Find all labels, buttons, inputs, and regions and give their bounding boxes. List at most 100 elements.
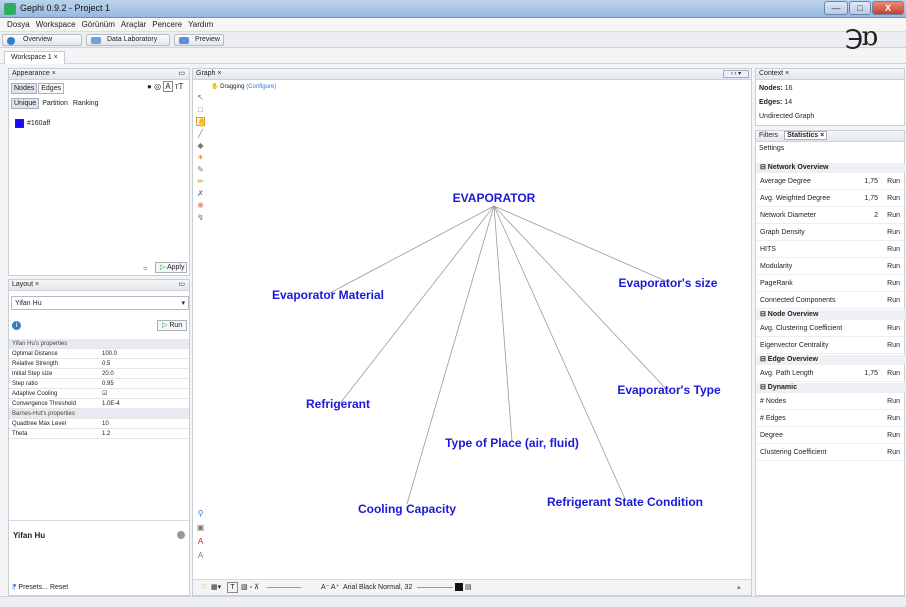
- graph-edge[interactable]: [493, 205, 513, 442]
- statistics-section[interactable]: ⊟ Node Overview: [756, 310, 906, 320]
- settings-link[interactable]: Settings: [759, 145, 784, 152]
- preview-button[interactable]: Preview: [174, 34, 224, 46]
- node-label-size[interactable]: Evaporator's size: [619, 276, 718, 290]
- statistics-section[interactable]: ⊟ Network Overview: [756, 163, 906, 173]
- run-button[interactable]: Run: [887, 242, 900, 258]
- run-button[interactable]: Run: [887, 276, 900, 292]
- perspective-bar: Overview Data Laboratory Preview: [0, 32, 906, 48]
- tab-nodes[interactable]: Nodes: [11, 83, 38, 94]
- info-icon[interactable]: i: [12, 321, 21, 330]
- play-icon: ▷: [160, 264, 166, 271]
- run-button[interactable]: Run: [887, 411, 900, 427]
- run-button[interactable]: Run: [887, 174, 900, 190]
- label-size-slider[interactable]: [417, 587, 453, 588]
- graph-canvas[interactable]: EVAPORATOR Evaporator Material Evaporator'…: [193, 69, 751, 579]
- tab-edges[interactable]: Edges: [38, 83, 65, 94]
- statistic-value: 1,75: [864, 195, 878, 202]
- help-icon[interactable]: [177, 531, 185, 539]
- menu-araclar[interactable]: Araçlar: [118, 18, 149, 29]
- light-bulb-icon[interactable]: ♡: [201, 580, 207, 595]
- run-button[interactable]: Run: [887, 208, 900, 224]
- statistic-label: Avg. Path Length: [760, 370, 814, 377]
- node-label-type[interactable]: Evaporator's Type: [617, 383, 721, 397]
- statistic-row: Avg. Weighted Degree 1,75 Run: [756, 191, 906, 207]
- presets-button[interactable]: Presets...: [18, 584, 48, 591]
- node-label-material[interactable]: Evaporator Material: [272, 288, 384, 302]
- node-label-refrigerant[interactable]: Refrigerant: [306, 397, 370, 411]
- layout-algorithm-select[interactable]: Yifan Hu ▾: [11, 296, 189, 310]
- tab-filters[interactable]: Filters: [759, 132, 778, 139]
- label-options-icon[interactable]: ▧ ▫ ⊼: [241, 580, 259, 595]
- maximize-button[interactable]: □: [849, 1, 871, 15]
- size-icon[interactable]: ◎: [154, 82, 161, 91]
- node-label-cooling[interactable]: Cooling Capacity: [358, 502, 456, 516]
- overview-button[interactable]: Overview: [2, 34, 82, 46]
- property-row[interactable]: Step ratio 0.95: [9, 379, 189, 389]
- statistics-section[interactable]: ⊟ Dynamic: [756, 383, 906, 393]
- tab-statistics[interactable]: Statistics ×: [784, 131, 828, 140]
- color-palette-icon[interactable]: ●: [147, 82, 152, 91]
- adaptive-cooling-checkbox[interactable]: ☑: [102, 389, 107, 399]
- close-button[interactable]: X: [872, 1, 904, 15]
- show-labels-icon[interactable]: T: [227, 582, 238, 593]
- statistic-row: Network Diameter 2 Run: [756, 208, 906, 224]
- run-button[interactable]: Run: [887, 428, 900, 444]
- menu-dosya[interactable]: Dosya: [4, 18, 33, 29]
- property-row[interactable]: Relative Strength 0.5: [9, 359, 189, 369]
- property-row[interactable]: Theta 1.2: [9, 429, 189, 439]
- graph-edge[interactable]: [337, 205, 495, 407]
- property-row[interactable]: Initial Step size 20.0: [9, 369, 189, 379]
- label-color-swatch[interactable]: [455, 583, 463, 591]
- property-row[interactable]: Quadtree Max Level 10: [9, 419, 189, 429]
- menu-pencere[interactable]: Pencere: [149, 18, 185, 29]
- tab-unique[interactable]: Unique: [11, 98, 40, 109]
- graph-edge[interactable]: [406, 205, 495, 505]
- run-button[interactable]: Run: [887, 366, 900, 382]
- window-title: Gephi 0.9.2 - Project 1: [20, 3, 111, 13]
- label-color-icon[interactable]: A: [163, 81, 173, 92]
- workspace-tab[interactable]: Workspace 1 ×: [4, 51, 65, 64]
- statistic-row: Avg. Clustering Coefficient Run: [756, 321, 906, 337]
- menu-workspace[interactable]: Workspace: [33, 18, 79, 29]
- node-label-evaporator[interactable]: EVAPORATOR: [453, 191, 536, 205]
- run-button[interactable]: Run: [887, 445, 900, 461]
- run-button[interactable]: Run: [887, 293, 900, 309]
- appearance-panel: Appearance × ▭ Nodes Edges ● ◎ A тT Uniqu…: [8, 68, 190, 276]
- label-attributes-icon[interactable]: ▤: [465, 580, 472, 595]
- property-row[interactable]: Convergence Threshold 1.0E-4: [9, 399, 189, 409]
- reset-button[interactable]: Reset: [50, 584, 68, 591]
- color-swatch[interactable]: [15, 119, 24, 128]
- data-laboratory-button[interactable]: Data Laboratory: [86, 34, 170, 46]
- graph-edge[interactable]: [493, 205, 626, 500]
- menu-yardim[interactable]: Yardım: [185, 18, 216, 29]
- statistics-section[interactable]: ⊟ Edge Overview: [756, 355, 906, 365]
- graph-edge[interactable]: [493, 205, 669, 283]
- run-layout-button[interactable]: ▷ Run: [157, 320, 187, 331]
- node-label-state[interactable]: Refrigerant State Condition: [547, 495, 703, 509]
- run-button[interactable]: Run: [887, 321, 900, 337]
- tab-partition[interactable]: Partition: [40, 99, 70, 108]
- run-button[interactable]: Run: [887, 259, 900, 275]
- font-size-icons[interactable]: A⁻ A⁺: [321, 580, 339, 595]
- apply-button[interactable]: ▷ Apply: [155, 262, 187, 273]
- label-size-icon[interactable]: тT: [175, 82, 184, 91]
- run-button[interactable]: Run: [887, 394, 900, 410]
- graph-edge[interactable]: [493, 205, 670, 393]
- graph-edge[interactable]: [327, 205, 495, 295]
- minimize-button[interactable]: —: [824, 1, 848, 15]
- presets-icon: ⁋: [12, 584, 17, 591]
- minimize-panel-icon[interactable]: ▭: [178, 69, 185, 79]
- run-button[interactable]: Run: [887, 338, 900, 354]
- expand-toolbar-icon[interactable]: ▴: [737, 580, 741, 595]
- run-button[interactable]: Run: [887, 225, 900, 241]
- menu-gorunum[interactable]: Görünüm: [79, 18, 118, 29]
- font-label[interactable]: Arial Black Normal, 32: [343, 580, 412, 595]
- tab-ranking[interactable]: Ranking: [71, 99, 101, 108]
- edge-scale-slider[interactable]: [267, 587, 301, 588]
- node-label-place[interactable]: Type of Place (air, fluid): [445, 436, 579, 450]
- reset-colors-icon[interactable]: ▦▾: [211, 580, 221, 595]
- run-button[interactable]: Run: [887, 191, 900, 207]
- property-row[interactable]: Adaptive Cooling ☑: [9, 389, 189, 399]
- property-row[interactable]: Optimal Distance 100.0: [9, 349, 189, 359]
- minimize-panel-icon[interactable]: ▭: [178, 280, 185, 290]
